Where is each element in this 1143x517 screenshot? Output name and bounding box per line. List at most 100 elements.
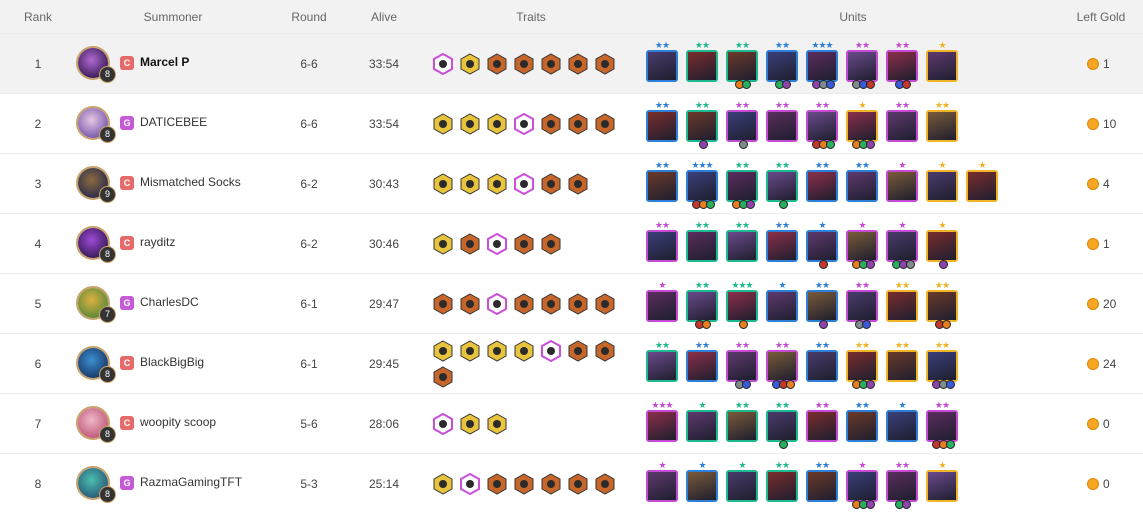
summoner-name-link[interactable]: Mismatched Socks xyxy=(140,175,241,189)
unit-portrait[interactable]: ★★ xyxy=(806,281,838,329)
summoner-name-link[interactable]: CharlesDC xyxy=(140,295,199,309)
summoner-cell[interactable]: 8 Cwoopity scoop xyxy=(76,404,296,444)
unit-portrait[interactable]: ★★ xyxy=(726,161,758,209)
unit-portrait[interactable]: ★★ xyxy=(886,101,918,142)
unit-portrait[interactable]: ★★ xyxy=(646,221,678,262)
trait-hexagon-icon[interactable] xyxy=(459,292,481,315)
table-row[interactable]: 8 8 G RazmaGamingTFT 5-3 25:14 ★ ★ ★ ★★ ★★ ★ ★★ ★ 0 xyxy=(0,453,1143,513)
trait-hexagon-icon[interactable] xyxy=(432,172,454,195)
trait-hexagon-icon[interactable] xyxy=(432,292,454,315)
item-icon[interactable] xyxy=(738,320,748,329)
summoner-cell[interactable]: 8 C Marcel P xyxy=(76,44,296,84)
item-icon[interactable] xyxy=(818,260,828,269)
trait-hexagon-icon[interactable] xyxy=(513,172,535,195)
unit-portrait[interactable]: ★ xyxy=(686,401,718,442)
table-row[interactable]: 6 8 C BlackBigBig 6-1 29:45 ★★ ★★ ★★ ★★ ★★ ★★ ★★ ★★ 24 xyxy=(0,333,1143,393)
trait-hexagon-icon[interactable] xyxy=(432,52,454,75)
unit-portrait[interactable]: ★★ xyxy=(726,221,758,262)
trait-hexagon-icon[interactable] xyxy=(513,112,535,135)
trait-hexagon-icon[interactable] xyxy=(486,112,508,135)
item-icon[interactable] xyxy=(705,200,715,209)
summoner-name-link[interactable]: BlackBigBig xyxy=(140,355,204,369)
unit-portrait[interactable]: ★ xyxy=(926,221,958,269)
unit-portrait[interactable]: ★★ xyxy=(846,41,878,89)
item-icon[interactable] xyxy=(862,320,871,329)
trait-hexagon-icon[interactable] xyxy=(540,472,562,495)
unit-portrait[interactable]: ★ xyxy=(926,161,958,202)
unit-portrait[interactable]: ★★ xyxy=(846,401,878,442)
trait-hexagon-icon[interactable] xyxy=(594,472,616,495)
summoner-cell[interactable]: 8 G DATICEBEE xyxy=(76,104,296,144)
item-icon[interactable] xyxy=(902,80,911,89)
unit-portrait[interactable]: ★★ xyxy=(646,341,678,382)
summoner-cell[interactable]: 7 G CharlesDC xyxy=(76,284,296,324)
unit-portrait[interactable]: ★★ xyxy=(766,341,798,389)
unit-portrait[interactable]: ★ xyxy=(726,461,758,502)
unit-portrait[interactable]: ★★ xyxy=(766,161,798,209)
unit-portrait[interactable]: ★ xyxy=(646,461,678,502)
trait-hexagon-icon[interactable] xyxy=(513,339,535,362)
unit-portrait[interactable]: ★★ xyxy=(686,101,718,149)
item-icon[interactable] xyxy=(865,80,875,89)
item-icon[interactable] xyxy=(702,320,711,329)
summoner-name-link[interactable]: RazmaGamingTFT xyxy=(140,475,242,489)
unit-portrait[interactable]: ★ xyxy=(646,281,678,322)
unit-portrait[interactable]: ★★ xyxy=(646,101,678,142)
unit-portrait[interactable]: ★ xyxy=(846,101,878,149)
trait-hexagon-icon[interactable] xyxy=(486,472,508,495)
unit-portrait[interactable]: ★★ xyxy=(766,401,798,449)
item-icon[interactable] xyxy=(865,500,875,509)
table-row[interactable]: 3 9 C Mismatched Socks 6-2 30:43 ★★ ★★★ ★★ ★★ ★★ ★★… xyxy=(0,153,1143,213)
unit-portrait[interactable]: ★★ xyxy=(726,101,758,149)
unit-portrait[interactable]: ★★ xyxy=(886,281,918,322)
unit-portrait[interactable]: ★ xyxy=(886,401,918,442)
table-row[interactable]: 7 8 Cwoopity scoop 5-6 28:06 ★★★ ★ ★★ ★★ ★★ ★★ ★ ★★ 0 xyxy=(0,393,1143,453)
table-row[interactable]: 5 7 G CharlesDC 6-1 29:47 ★ ★★ ★★★ ★ ★★ ★★ ★★ ★★ 20 xyxy=(0,273,1143,333)
trait-hexagon-icon[interactable] xyxy=(594,52,616,75)
item-icon[interactable] xyxy=(738,140,748,149)
unit-portrait[interactable]: ★★ xyxy=(886,341,918,382)
trait-hexagon-icon[interactable] xyxy=(432,472,454,495)
unit-portrait[interactable]: ★★ xyxy=(926,281,958,329)
trait-hexagon-icon[interactable] xyxy=(513,232,535,255)
item-icon[interactable] xyxy=(905,260,915,269)
unit-portrait[interactable]: ★★ xyxy=(886,461,918,509)
unit-portrait[interactable]: ★★ xyxy=(766,101,798,142)
item-icon[interactable] xyxy=(778,440,788,449)
unit-portrait[interactable]: ★★★ xyxy=(686,161,718,209)
unit-portrait[interactable]: ★★ xyxy=(766,41,798,89)
item-icon[interactable] xyxy=(902,500,911,509)
unit-portrait[interactable]: ★★★ xyxy=(646,401,678,442)
unit-portrait[interactable]: ★★★ xyxy=(726,281,758,329)
unit-portrait[interactable]: ★★ xyxy=(806,461,838,502)
unit-portrait[interactable]: ★ xyxy=(966,161,998,202)
trait-hexagon-icon[interactable] xyxy=(567,172,589,195)
item-icon[interactable] xyxy=(782,80,791,89)
trait-hexagon-icon[interactable] xyxy=(486,172,508,195)
trait-hexagon-icon[interactable] xyxy=(432,365,454,388)
unit-portrait[interactable]: ★★ xyxy=(846,161,878,202)
item-icon[interactable] xyxy=(818,320,828,329)
trait-hexagon-icon[interactable] xyxy=(567,339,589,362)
trait-hexagon-icon[interactable] xyxy=(540,232,562,255)
unit-portrait[interactable]: ★★★ xyxy=(806,41,838,89)
item-icon[interactable] xyxy=(945,440,955,449)
table-row[interactable]: 2 8 G DATICEBEE 6-6 33:54 ★★ ★★ ★★ ★★ ★★ ★ ★★ ★★ 10 xyxy=(0,93,1143,153)
unit-portrait[interactable]: ★★ xyxy=(806,341,838,382)
trait-hexagon-icon[interactable] xyxy=(567,472,589,495)
trait-hexagon-icon[interactable] xyxy=(594,339,616,362)
unit-portrait[interactable]: ★ xyxy=(846,461,878,509)
trait-hexagon-icon[interactable] xyxy=(486,339,508,362)
item-icon[interactable] xyxy=(865,380,875,389)
table-row[interactable]: 1 8 C Marcel P 6-6 33:54 ★★ ★★ ★★ ★★ ★★★ ★★ ★★ ★ 1 xyxy=(0,33,1143,93)
unit-portrait[interactable]: ★★ xyxy=(806,101,838,149)
trait-hexagon-icon[interactable] xyxy=(540,339,562,362)
trait-hexagon-icon[interactable] xyxy=(540,172,562,195)
trait-hexagon-icon[interactable] xyxy=(540,292,562,315)
unit-portrait[interactable]: ★★ xyxy=(806,161,838,202)
item-icon[interactable] xyxy=(742,380,751,389)
item-icon[interactable] xyxy=(865,140,875,149)
trait-hexagon-icon[interactable] xyxy=(459,339,481,362)
trait-hexagon-icon[interactable] xyxy=(432,412,454,435)
summoner-cell[interactable]: 8 C BlackBigBig xyxy=(76,344,296,384)
